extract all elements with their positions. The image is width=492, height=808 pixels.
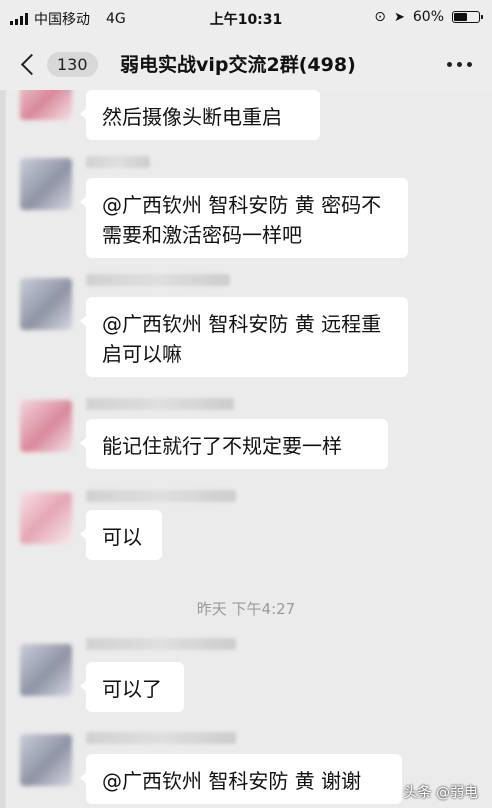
more-dot-icon — [467, 62, 472, 67]
battery-icon — [452, 11, 483, 23]
avatar[interactable] — [20, 400, 72, 452]
battery-percent: 60% — [412, 9, 444, 25]
avatar[interactable] — [20, 734, 72, 786]
message-bubble[interactable]: @广西钦州 智科安防 黄 谢谢 — [80, 754, 402, 804]
phone-screen: 中国移动 4G 上午10:31 ⊙ ➤ 60% 130 弱电实战vip交流2群(… — [0, 0, 492, 808]
message-text: @广西钦州 智科安防 黄 远程重启可以嘛 — [102, 312, 382, 366]
status-right: ⊙ ➤ 60% — [374, 9, 483, 25]
avatar[interactable] — [20, 644, 72, 696]
chat-title: 弱电实战vip交流2群(498) — [120, 54, 356, 76]
message-bubble[interactable]: 然后摄像头断电重启 — [80, 90, 320, 140]
unread-count-badge: 130 — [47, 51, 98, 77]
message-text: @广西钦州 智科安防 黄 谢谢 — [102, 769, 362, 793]
message-bubble[interactable]: 可以 — [80, 510, 162, 560]
more-options-button[interactable] — [447, 62, 472, 67]
nav-bar: 130 弱电实战vip交流2群(498) — [0, 36, 492, 90]
chevron-left-icon — [20, 53, 43, 75]
sender-name — [86, 638, 236, 650]
sender-name — [86, 398, 234, 410]
watermark: 头条 @弱电 — [403, 785, 478, 801]
time-separator: 昨天 下午4:27 — [196, 600, 296, 618]
message-text: 可以了 — [102, 677, 162, 701]
message-text: @广西钦州 智科安防 黄 密码不需要和激活密码一样吧 — [102, 193, 382, 247]
location-icon: ➤ — [393, 9, 405, 25]
status-bar: 中国移动 4G 上午10:31 ⊙ ➤ 60% — [0, 0, 492, 36]
chat-list[interactable]: 然后摄像头断电重启 @广西钦州 智科安防 黄 密码不需要和激活密码一样吧 @广西… — [0, 90, 492, 808]
avatar[interactable] — [20, 90, 72, 120]
back-button[interactable]: 130 — [18, 48, 104, 80]
avatar[interactable] — [20, 158, 72, 210]
sender-name — [86, 156, 150, 168]
message-text: 然后摄像头断电重启 — [102, 105, 282, 129]
avatar[interactable] — [20, 278, 72, 330]
underlying-window-edge — [0, 90, 6, 808]
sender-name — [86, 490, 236, 502]
message-bubble[interactable]: 可以了 — [80, 662, 184, 712]
sender-name — [86, 732, 236, 744]
more-dot-icon — [457, 62, 462, 67]
sender-name — [86, 274, 230, 286]
more-dot-icon — [447, 62, 452, 67]
message-bubble[interactable]: 能记住就行了不规定要一样 — [80, 419, 388, 469]
rotation-lock-icon: ⊙ — [374, 9, 386, 25]
message-text: 可以 — [102, 525, 142, 549]
message-bubble[interactable]: @广西钦州 智科安防 黄 远程重启可以嘛 — [80, 297, 408, 377]
battery-level — [454, 13, 468, 21]
message-text: 能记住就行了不规定要一样 — [102, 434, 342, 458]
avatar[interactable] — [20, 492, 72, 544]
message-bubble[interactable]: @广西钦州 智科安防 黄 密码不需要和激活密码一样吧 — [80, 178, 408, 258]
